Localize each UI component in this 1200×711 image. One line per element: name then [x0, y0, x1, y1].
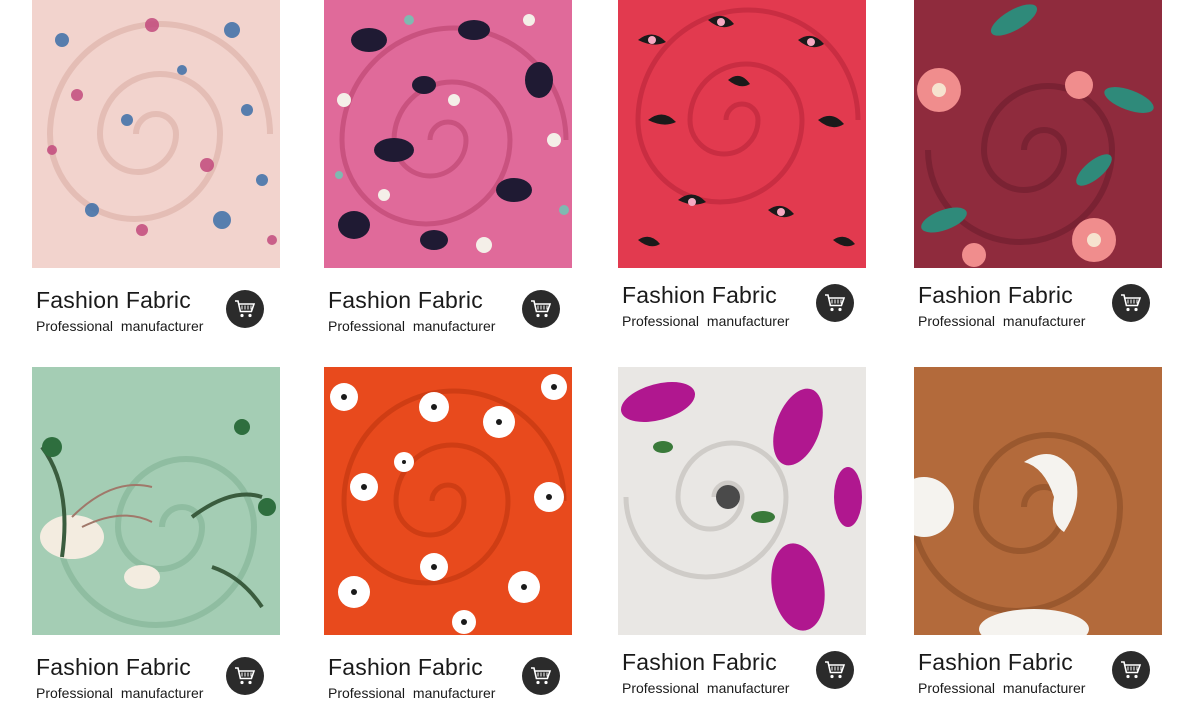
add-to-cart-button[interactable] [816, 284, 854, 322]
product-title: Fashion Fabric [622, 282, 777, 308]
fabric-image-rust-dot[interactable] [914, 367, 1162, 635]
product-subtitle: Professional manufacturer [36, 685, 204, 701]
fabric-image-red-leopard[interactable] [618, 0, 866, 268]
product-subtitle: Professional manufacturer [328, 318, 496, 334]
product-subtitle: Professional manufacturer [622, 313, 790, 329]
fabric-image-pink-navy-floral[interactable] [324, 0, 572, 268]
product-title: Fashion Fabric [918, 282, 1073, 308]
product-title: Fashion Fabric [328, 654, 483, 680]
fabric-image-white-magenta-floral[interactable] [618, 367, 866, 635]
fabric-image-orange-daisy[interactable] [324, 367, 572, 635]
product-subtitle: Professional manufacturer [328, 685, 496, 701]
add-to-cart-button[interactable] [226, 657, 264, 695]
product-title: Fashion Fabric [328, 287, 483, 313]
add-to-cart-button[interactable] [522, 657, 560, 695]
shopping-cart-icon [1121, 294, 1142, 312]
shopping-cart-icon [1121, 661, 1142, 679]
fabric-image-burgundy-floral[interactable] [914, 0, 1162, 268]
product-title: Fashion Fabric [36, 287, 191, 313]
add-to-cart-button[interactable] [1112, 284, 1150, 322]
product-title: Fashion Fabric [36, 654, 191, 680]
add-to-cart-button[interactable] [1112, 651, 1150, 689]
product-title: Fashion Fabric [918, 649, 1073, 675]
fabric-image-sage-tropical[interactable] [32, 367, 280, 635]
shopping-cart-icon [235, 667, 256, 685]
product-title: Fashion Fabric [622, 649, 777, 675]
shopping-cart-icon [825, 294, 846, 312]
shopping-cart-icon [531, 300, 552, 318]
product-subtitle: Professional manufacturer [36, 318, 204, 334]
add-to-cart-button[interactable] [816, 651, 854, 689]
product-subtitle: Professional manufacturer [918, 313, 1086, 329]
shopping-cart-icon [235, 300, 256, 318]
product-subtitle: Professional manufacturer [622, 680, 790, 696]
shopping-cart-icon [825, 661, 846, 679]
shopping-cart-icon [531, 667, 552, 685]
add-to-cart-button[interactable] [226, 290, 264, 328]
fabric-image-pink-floral[interactable] [32, 0, 280, 268]
product-subtitle: Professional manufacturer [918, 680, 1086, 696]
add-to-cart-button[interactable] [522, 290, 560, 328]
